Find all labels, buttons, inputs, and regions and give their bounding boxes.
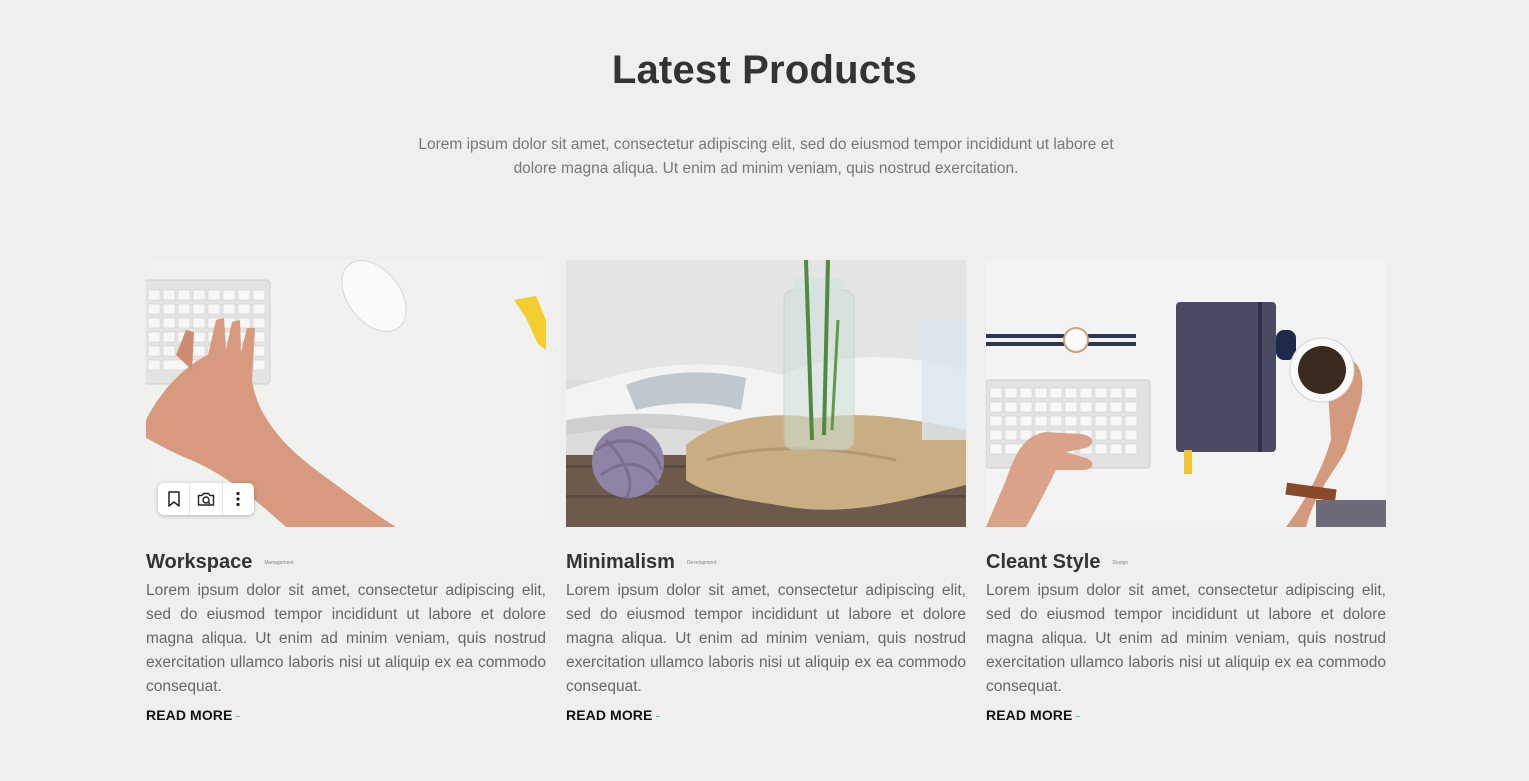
- card-category-tag: Development: [686, 560, 717, 566]
- section-intro: Lorem ipsum dolor sit amet, consectetur …: [418, 136, 1114, 177]
- product-image-minimalism[interactable]: [566, 260, 966, 527]
- card-description: Lorem ipsum dolor sit amet, consectetur …: [566, 582, 966, 695]
- card-title: Minimalism: [566, 551, 675, 573]
- minimalism-photo: [566, 260, 966, 527]
- read-more-link[interactable]: READ MORE -: [986, 707, 1080, 723]
- bookmark-icon: [167, 491, 180, 507]
- visual-search-button[interactable]: [190, 483, 223, 515]
- cleant-style-photo: [986, 260, 1386, 527]
- camera-search-icon: [197, 492, 215, 506]
- product-card-cleant-style: Cleant Style Design Lorem ipsum dolor si…: [986, 260, 1386, 725]
- card-heading: Workspace Management: [146, 551, 546, 577]
- card-category-tag: Design: [1112, 560, 1129, 566]
- product-image-workspace[interactable]: [146, 260, 546, 527]
- read-more-link[interactable]: READ MORE -: [566, 707, 660, 723]
- card-description: Lorem ipsum dolor sit amet, consectetur …: [986, 582, 1386, 695]
- product-card-minimalism: Minimalism Development Lorem ipsum dolor…: [566, 260, 966, 725]
- card-category-tag: Management: [264, 560, 294, 566]
- bookmark-button[interactable]: [158, 483, 191, 515]
- image-toolbar: [158, 483, 254, 515]
- card-heading: Minimalism Development: [566, 551, 966, 577]
- card-description: Lorem ipsum dolor sit amet, consectetur …: [146, 582, 546, 695]
- card-title: Cleant Style: [986, 551, 1101, 573]
- more-vertical-icon: [236, 491, 240, 507]
- product-image-cleant-style[interactable]: [986, 260, 1386, 527]
- more-options-button[interactable]: [223, 483, 254, 515]
- card-heading: Cleant Style Design: [986, 551, 1386, 577]
- card-title: Workspace: [146, 551, 253, 573]
- read-more-link[interactable]: READ MORE -: [146, 707, 240, 723]
- section-title: Latest Products: [611, 48, 918, 92]
- product-card-workspace: Workspace Management Lorem ipsum dolor s…: [146, 260, 546, 725]
